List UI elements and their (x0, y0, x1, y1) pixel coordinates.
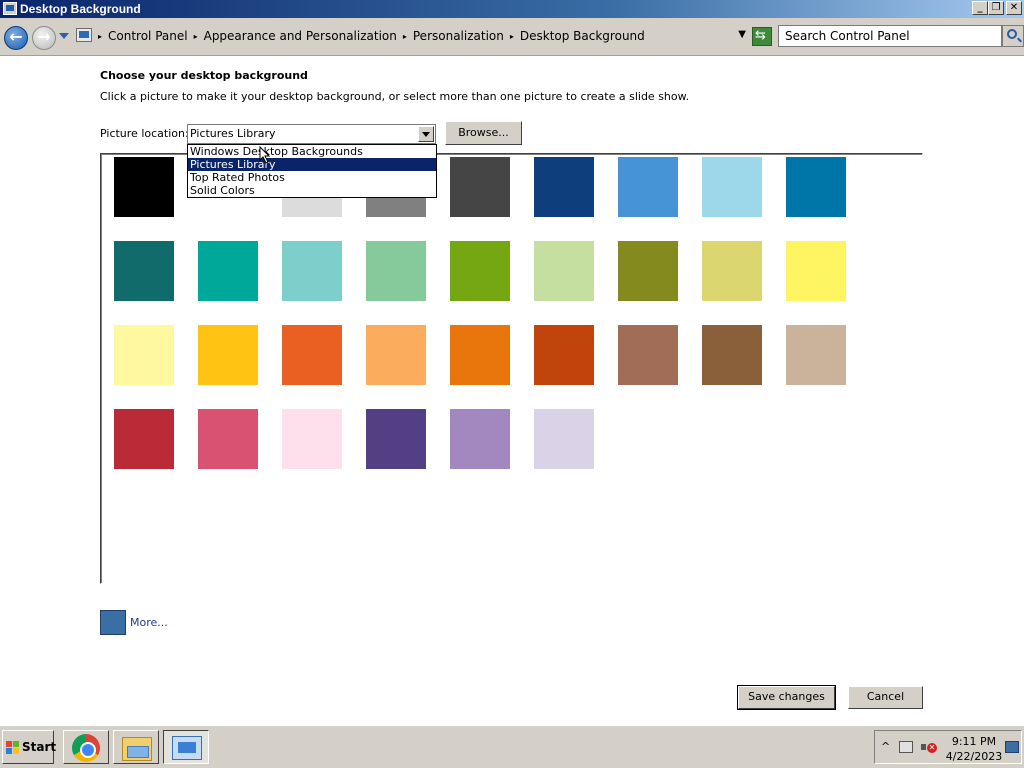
color-swatch[interactable] (534, 157, 594, 217)
picture-location-value: Pictures Library (190, 127, 276, 140)
dropdown-option[interactable]: Solid Colors (188, 184, 436, 197)
color-swatch[interactable] (618, 157, 678, 217)
picture-location-dropdown: Windows Desktop Backgrounds Pictures Libr… (187, 144, 437, 198)
volume-muted-icon[interactable] (921, 741, 937, 753)
page-title: Choose your desktop background (100, 69, 308, 82)
color-swatch[interactable] (198, 241, 258, 301)
page-description: Click a picture to make it your desktop … (100, 90, 690, 103)
color-swatch[interactable] (786, 241, 846, 301)
mouse-cursor-icon (259, 146, 271, 164)
chevron-right-icon[interactable]: ▸ (403, 32, 407, 41)
color-swatch[interactable] (534, 409, 594, 469)
search-input[interactable]: Search Control Panel (785, 29, 910, 43)
more-colors-link[interactable]: More... (130, 616, 168, 629)
back-button[interactable]: ← (4, 26, 28, 50)
dropdown-option[interactable]: Top Rated Photos (188, 171, 436, 184)
desktop-background-icon (3, 2, 17, 15)
dropdown-arrow-icon[interactable] (418, 126, 434, 142)
breadcrumb: ▸ Control Panel ▸ Appearance and Persona… (98, 29, 645, 43)
refresh-button[interactable] (752, 27, 772, 46)
search-icon (1007, 29, 1017, 39)
search-box[interactable]: Search Control Panel (778, 25, 1002, 47)
color-swatch[interactable] (114, 325, 174, 385)
file-explorer-icon (122, 737, 152, 761)
breadcrumb-desktop-background[interactable]: Desktop Background (520, 29, 645, 43)
color-swatch[interactable] (450, 409, 510, 469)
color-swatch[interactable] (450, 241, 510, 301)
more-colors-swatch[interactable] (100, 610, 126, 635)
color-swatch[interactable] (702, 157, 762, 217)
color-swatch[interactable] (786, 157, 846, 217)
color-swatch[interactable] (198, 325, 258, 385)
dropdown-option[interactable]: Windows Desktop Backgrounds (188, 145, 436, 158)
restore-button[interactable]: ❐ (988, 1, 1004, 15)
color-swatch[interactable] (618, 325, 678, 385)
color-swatch[interactable] (114, 241, 174, 301)
recent-pages-dropdown[interactable] (59, 33, 69, 39)
clock-time[interactable]: 9:11 PM (947, 735, 1001, 748)
color-swatch[interactable] (786, 325, 846, 385)
show-hidden-icons-button[interactable]: ^ (881, 740, 890, 753)
color-swatch[interactable] (534, 241, 594, 301)
color-swatch[interactable] (198, 409, 258, 469)
color-swatch[interactable] (450, 157, 510, 217)
explorer-taskbar-button[interactable] (113, 730, 159, 764)
chevron-down-icon[interactable]: ▼ (738, 29, 746, 40)
window-title: Desktop Background (20, 2, 141, 16)
color-swatch[interactable] (702, 241, 762, 301)
color-swatch[interactable] (114, 409, 174, 469)
picture-location-label: Picture location: (100, 127, 189, 140)
cancel-button[interactable]: Cancel (848, 686, 923, 709)
minimize-button[interactable]: _ (972, 1, 988, 15)
address-bar: ← → ▸ Control Panel ▸ Appearance and Per… (0, 18, 1024, 56)
color-swatch[interactable] (282, 409, 342, 469)
title-bar: Desktop Background _ ❐ ✕ (0, 0, 1024, 18)
clock-date[interactable]: 4/22/2023 (945, 750, 1003, 763)
breadcrumb-personalization[interactable]: Personalization (413, 29, 504, 43)
chevron-right-icon[interactable]: ▸ (194, 32, 198, 41)
address-box[interactable]: ▸ Control Panel ▸ Appearance and Persona… (72, 25, 750, 47)
start-button[interactable]: Start (2, 730, 57, 764)
color-swatch[interactable] (366, 325, 426, 385)
start-label: Start (22, 740, 57, 754)
save-changes-button[interactable]: Save changes (737, 685, 836, 710)
chevron-right-icon[interactable]: ▸ (98, 32, 102, 41)
network-icon[interactable] (899, 741, 913, 753)
show-desktop-icon[interactable] (1005, 741, 1019, 753)
browse-button[interactable]: Browse... (445, 121, 522, 145)
background-picture-grid (100, 153, 923, 584)
control-panel-taskbar-button[interactable] (163, 730, 209, 764)
color-swatch[interactable] (618, 241, 678, 301)
dropdown-option[interactable]: Pictures Library (188, 158, 436, 171)
color-swatch[interactable] (282, 325, 342, 385)
picture-location-select[interactable]: Pictures Library (187, 124, 436, 144)
color-swatch[interactable] (366, 409, 426, 469)
color-swatch[interactable] (366, 241, 426, 301)
chrome-taskbar-button[interactable] (63, 730, 109, 764)
taskbar: Start ^ 9:11 PM 4/22/2023 (0, 725, 1024, 768)
color-swatch[interactable] (282, 241, 342, 301)
breadcrumb-appearance[interactable]: Appearance and Personalization (204, 29, 397, 43)
color-swatch[interactable] (450, 325, 510, 385)
color-swatch[interactable] (534, 325, 594, 385)
color-swatch[interactable] (702, 325, 762, 385)
control-panel-icon (76, 28, 92, 42)
breadcrumb-control-panel[interactable]: Control Panel (108, 29, 188, 43)
control-panel-icon (172, 736, 202, 760)
search-button[interactable] (1002, 25, 1024, 47)
close-button[interactable]: ✕ (1006, 1, 1022, 15)
color-swatch[interactable] (114, 157, 174, 217)
forward-button[interactable]: → (32, 26, 56, 50)
chrome-icon (72, 734, 100, 762)
windows-logo-icon (6, 741, 20, 755)
system-tray: ^ 9:11 PM 4/22/2023 (874, 730, 1022, 764)
chevron-right-icon[interactable]: ▸ (510, 32, 514, 41)
